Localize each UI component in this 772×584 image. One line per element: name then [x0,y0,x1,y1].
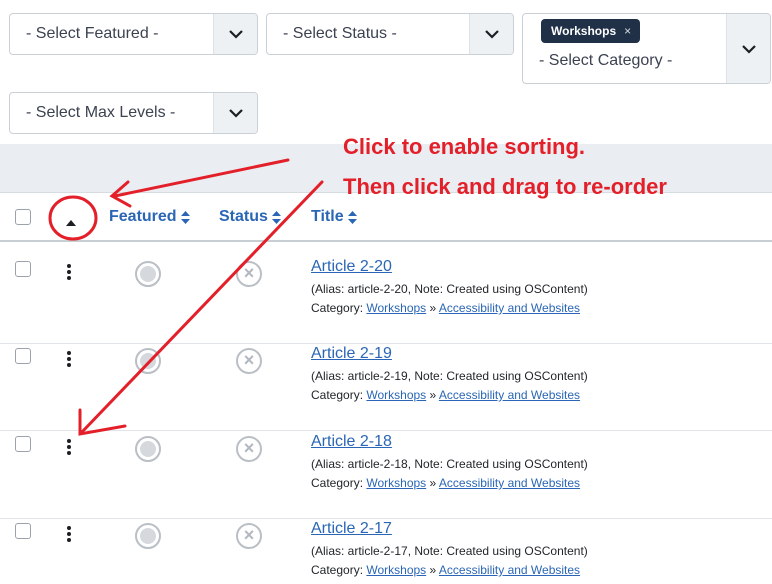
table-row: × Article 2-19 (Alias: article-2-19, Not… [0,343,772,431]
article-alias: (Alias: article-2-19, Note: Created usin… [311,369,588,383]
category-link[interactable]: Accessibility and Websites [439,388,580,402]
article-title-link[interactable]: Article 2-18 [311,433,392,451]
drag-handle-icon[interactable] [67,439,73,457]
sort-icon [180,210,190,224]
category-prefix: Category: [311,476,364,490]
article-category: Category: Workshops » Accessibility and … [311,301,580,315]
status-select-value: - Select Status - [283,25,397,42]
featured-toggle-icon[interactable] [135,261,161,287]
article-alias: (Alias: article-2-18, Note: Created usin… [311,457,588,471]
chevron-down-icon[interactable] [469,14,513,54]
sort-icon [271,210,281,224]
annotation-line-2: Then click and drag to re-order [343,174,667,199]
max-levels-select[interactable]: - Select Max Levels - [9,92,258,134]
table-row: × Article 2-17 (Alias: article-2-17, Not… [0,518,772,584]
caret-up-icon [66,220,76,226]
drag-handle-icon[interactable] [67,351,73,369]
ordering-sort-button[interactable] [66,213,76,231]
title-column-header[interactable]: Title [311,208,357,226]
drag-handle-icon[interactable] [67,526,73,544]
featured-toggle-icon[interactable] [135,348,161,374]
category-link[interactable]: Accessibility and Websites [439,563,580,577]
category-prefix: Category: [311,563,364,577]
category-separator: » [429,476,437,490]
max-levels-select-value: - Select Max Levels - [26,104,176,121]
category-parent-link[interactable]: Workshops [366,301,426,315]
category-parent-link[interactable]: Workshops [366,563,426,577]
featured-toggle-icon[interactable] [135,523,161,549]
status-header-label: Status [219,208,268,225]
featured-select[interactable]: - Select Featured - [9,13,258,55]
row-checkbox[interactable] [15,436,31,452]
category-tag: Workshops × [541,19,641,43]
category-separator: » [429,388,437,402]
tag-remove-icon[interactable]: × [624,24,631,38]
row-checkbox[interactable] [15,523,31,539]
annotation-line-1: Click to enable sorting. [343,134,586,159]
table-row: × Article 2-20 (Alias: article-2-20, Not… [0,256,772,344]
category-select[interactable]: Workshops × - Select Category - [522,13,771,84]
category-prefix: Category: [311,301,364,315]
article-alias: (Alias: article-2-17, Note: Created usin… [311,544,588,558]
featured-header-label: Featured [109,208,177,225]
table-row: × Article 2-18 (Alias: article-2-18, Not… [0,431,772,519]
sort-icon [347,210,357,224]
select-all-checkbox[interactable] [15,209,31,225]
row-checkbox[interactable] [15,261,31,277]
category-separator: » [429,563,437,577]
article-category: Category: Workshops » Accessibility and … [311,476,580,490]
row-checkbox[interactable] [15,348,31,364]
unpublished-status-icon[interactable]: × [236,348,262,374]
unpublished-status-icon[interactable]: × [236,436,262,462]
unpublished-status-icon[interactable]: × [236,261,262,287]
chevron-down-icon[interactable] [213,14,257,54]
category-link[interactable]: Accessibility and Websites [439,301,580,315]
status-column-header[interactable]: Status [219,208,281,226]
status-select[interactable]: - Select Status - [266,13,514,55]
article-title-link[interactable]: Article 2-20 [311,258,392,276]
category-parent-link[interactable]: Workshops [366,388,426,402]
unpublished-status-icon[interactable]: × [236,523,262,549]
featured-select-value: - Select Featured - [26,25,159,42]
category-parent-link[interactable]: Workshops [366,476,426,490]
drag-handle-icon[interactable] [67,264,73,282]
article-category: Category: Workshops » Accessibility and … [311,388,580,402]
category-link[interactable]: Accessibility and Websites [439,476,580,490]
category-select-placeholder[interactable]: - Select Category - [523,52,726,83]
chevron-down-icon[interactable] [213,93,257,133]
category-tag-label: Workshops [551,24,617,38]
article-title-link[interactable]: Article 2-19 [311,345,392,363]
category-separator: » [429,301,437,315]
chevron-down-icon[interactable] [726,14,770,83]
article-title-link[interactable]: Article 2-17 [311,520,392,538]
featured-column-header[interactable]: Featured [109,208,190,226]
featured-toggle-icon[interactable] [135,436,161,462]
title-header-label: Title [311,208,344,225]
category-prefix: Category: [311,388,364,402]
article-category: Category: Workshops » Accessibility and … [311,563,580,577]
article-alias: (Alias: article-2-20, Note: Created usin… [311,282,588,296]
